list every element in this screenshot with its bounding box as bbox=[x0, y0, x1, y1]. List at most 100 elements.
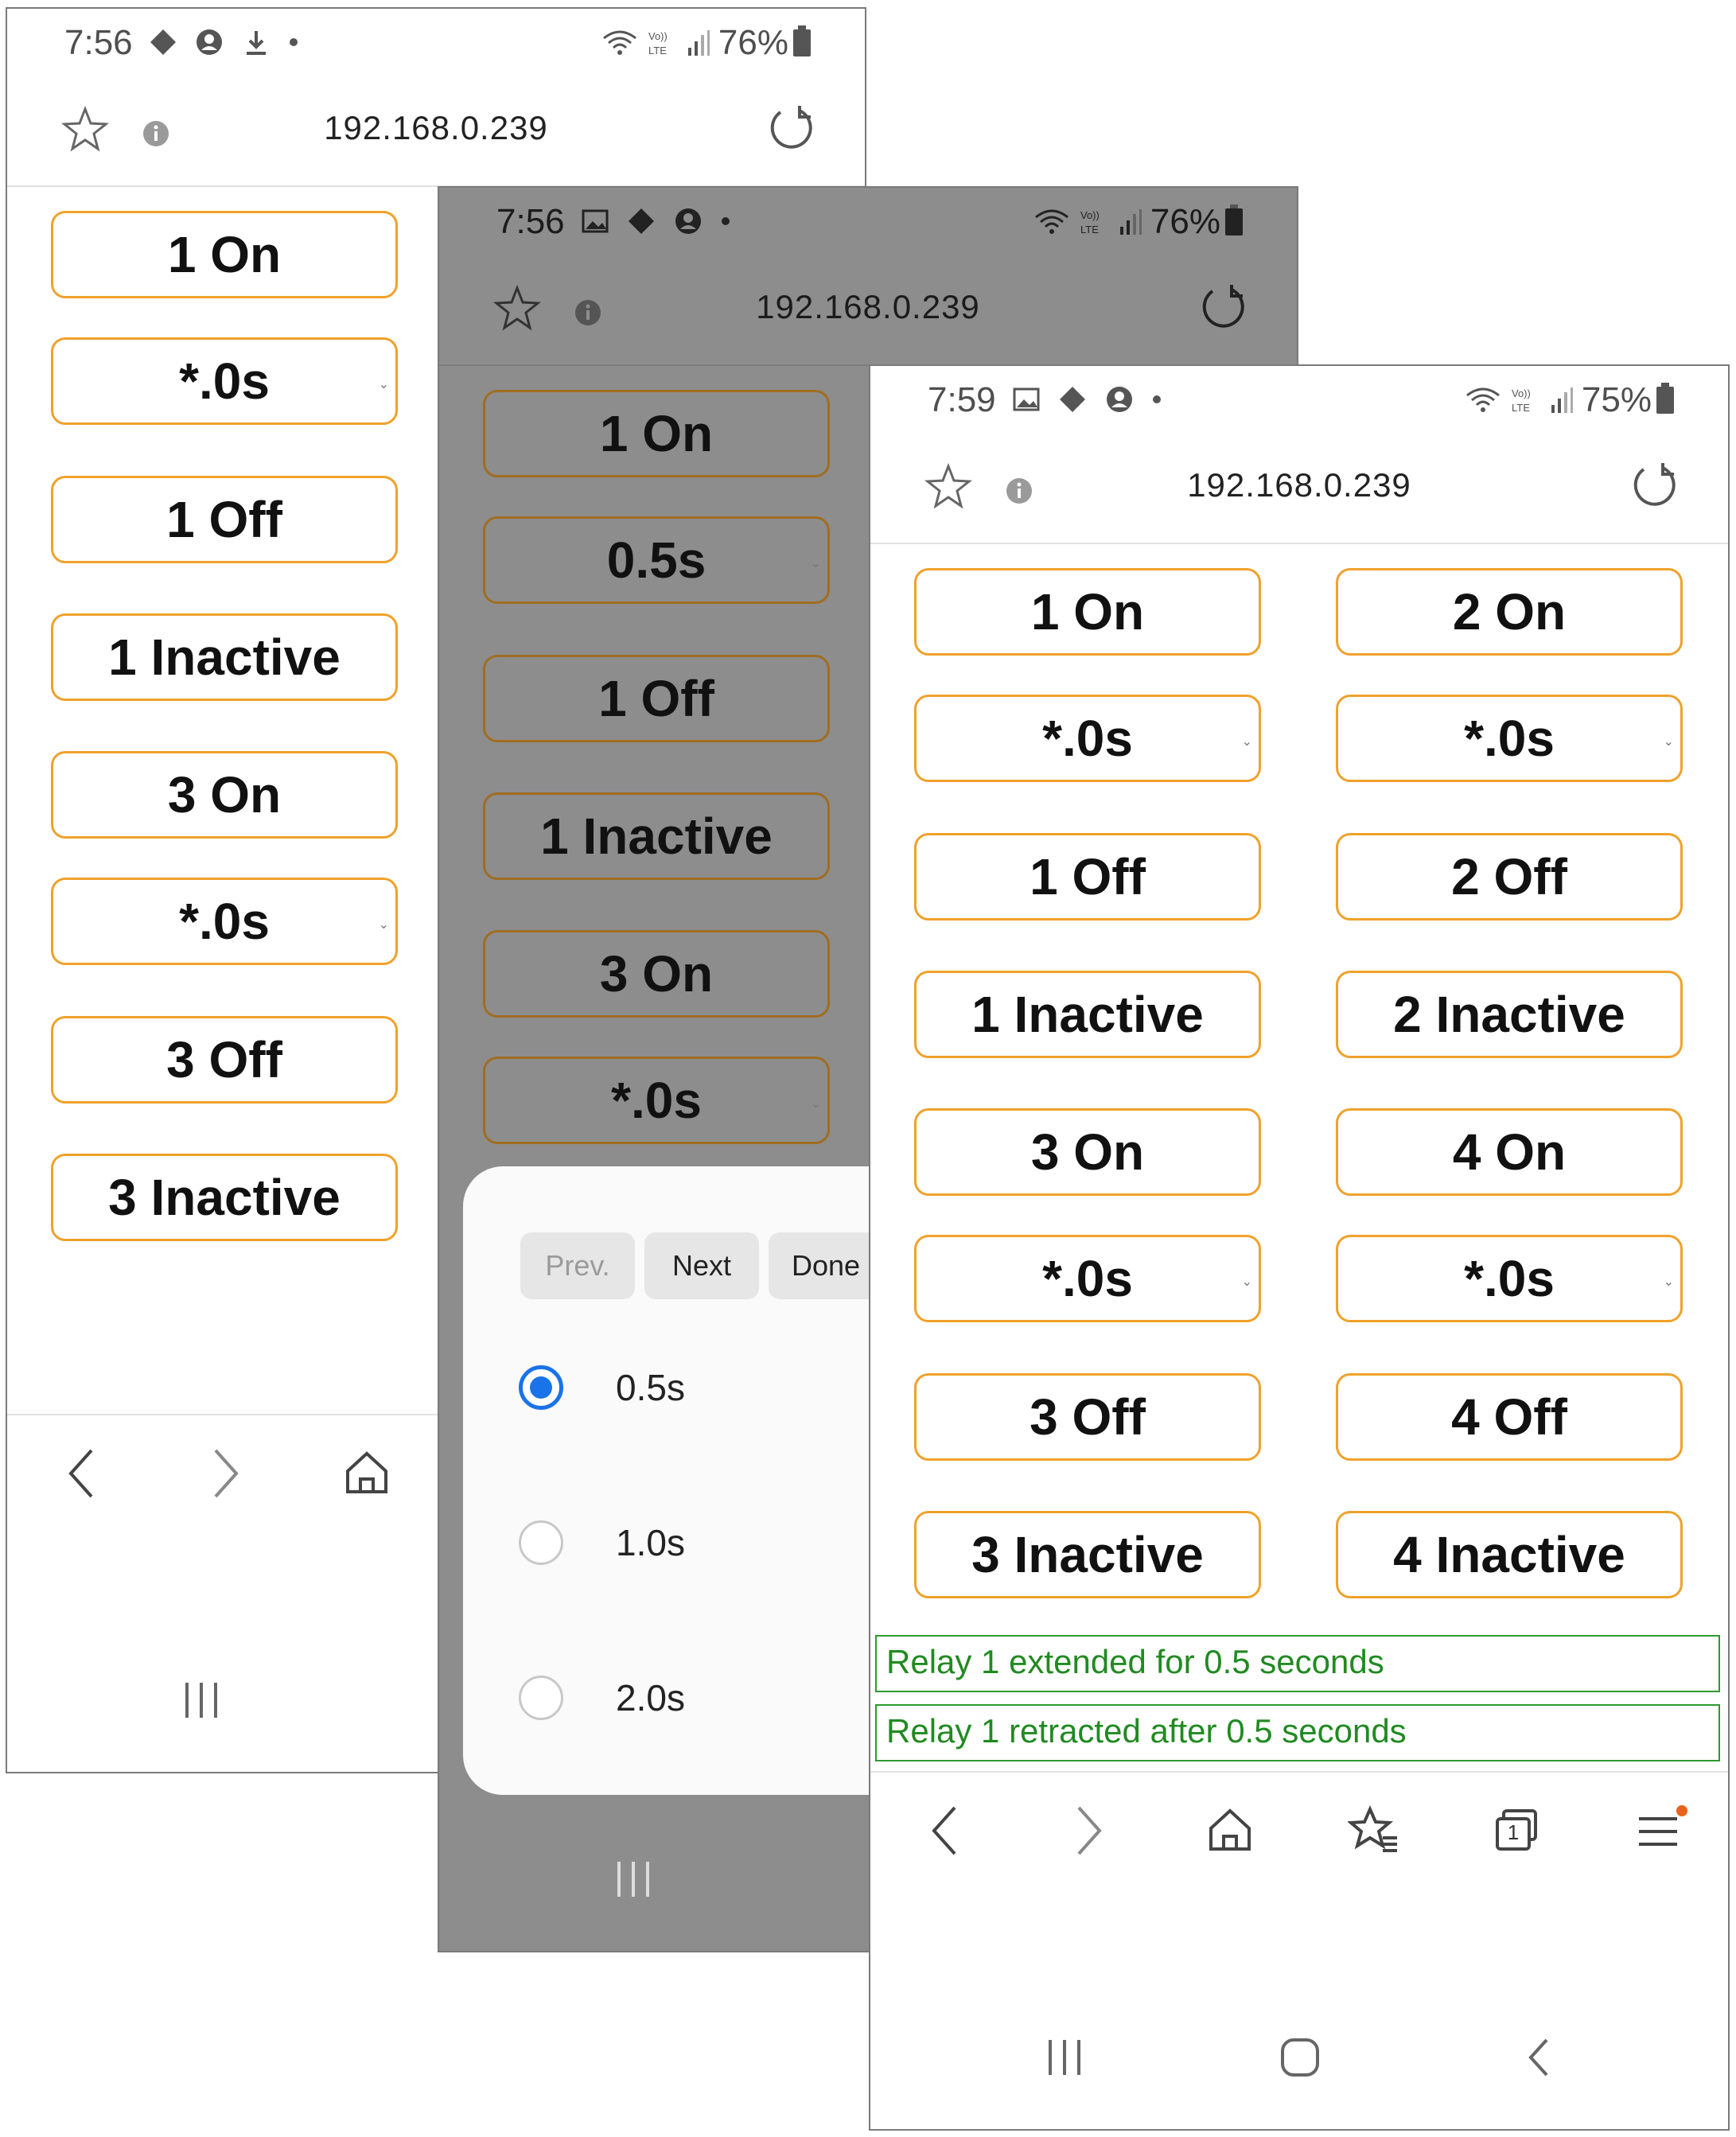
radio-unselected-icon[interactable] bbox=[519, 1676, 563, 1720]
relay-2-inactive-button[interactable]: 2 Inactive bbox=[1336, 971, 1683, 1058]
diamond-icon bbox=[629, 208, 655, 234]
diamond-icon bbox=[150, 29, 176, 55]
radio-selected-icon[interactable] bbox=[519, 1365, 563, 1410]
relay-3-duration-select[interactable]: *.0s ⌄ bbox=[914, 1235, 1261, 1322]
relay-2-off-button[interactable]: 2 Off bbox=[1336, 833, 1683, 921]
relay-1-on-button[interactable]: 1 On bbox=[914, 568, 1261, 656]
phone-screen-3: 7:59 Vo)) LTE 75% 192.168.0.239 1 On *.0s… bbox=[869, 364, 1730, 2131]
back-icon[interactable] bbox=[61, 1446, 101, 1501]
back-icon[interactable] bbox=[924, 1803, 964, 1859]
reload-icon[interactable] bbox=[1197, 282, 1248, 333]
image-icon bbox=[1013, 387, 1040, 411]
svg-text:Vo)): Vo)) bbox=[648, 30, 668, 42]
relay-1-inactive-button[interactable]: 1 Inactive bbox=[483, 792, 830, 880]
relay-3-off-button[interactable]: 3 Off bbox=[914, 1373, 1261, 1461]
signal-icon bbox=[1119, 208, 1142, 236]
reload-icon[interactable] bbox=[765, 103, 815, 154]
duration-value: *.0s bbox=[179, 352, 270, 410]
download-icon bbox=[246, 31, 266, 55]
chevron-down-icon: ⌄ bbox=[1241, 735, 1252, 749]
wifi-icon bbox=[601, 29, 639, 57]
home-icon[interactable] bbox=[1205, 1804, 1255, 1855]
relay-2-on-button[interactable]: 2 On bbox=[1336, 568, 1683, 656]
prev-button[interactable]: Prev. bbox=[520, 1232, 635, 1299]
relay-1-on-button[interactable]: 1 On bbox=[51, 211, 398, 298]
option-2-0s[interactable]: 2.0s bbox=[519, 1670, 685, 1726]
volte-icon: Vo)) LTE bbox=[647, 29, 679, 57]
relay-1-on-button[interactable]: 1 On bbox=[483, 390, 830, 477]
duration-value: 0.5s bbox=[606, 531, 706, 589]
relay-3-duration-select[interactable]: *.0s ⌄ bbox=[51, 878, 398, 965]
svg-text:Vo)): Vo)) bbox=[1512, 387, 1531, 399]
forward-icon[interactable] bbox=[1069, 1803, 1109, 1859]
relay-3-on-button[interactable]: 3 On bbox=[914, 1108, 1261, 1196]
relay-4-inactive-button[interactable]: 4 Inactive bbox=[1336, 1511, 1683, 1598]
option-label: 2.0s bbox=[616, 1677, 685, 1719]
duration-value: *.0s bbox=[611, 1072, 702, 1129]
relay-1-duration-select[interactable]: *.0s ⌄ bbox=[51, 337, 398, 425]
chevron-down-icon: ⌄ bbox=[1663, 1275, 1674, 1289]
relay-3-on-button[interactable]: 3 On bbox=[483, 930, 830, 1018]
relay-1-duration-select[interactable]: 0.5s ⌄ bbox=[483, 516, 830, 604]
system-back-icon[interactable] bbox=[1523, 2034, 1555, 2081]
battery-percent: 76% bbox=[1150, 202, 1220, 241]
home-icon[interactable] bbox=[341, 1447, 392, 1498]
relay-4-duration-select[interactable]: *.0s ⌄ bbox=[1336, 1235, 1683, 1322]
chevron-down-icon: ⌄ bbox=[1663, 735, 1674, 749]
image-icon bbox=[582, 209, 609, 233]
tab-count: 1 bbox=[1507, 1820, 1520, 1844]
relay-3-inactive-button[interactable]: 3 Inactive bbox=[51, 1154, 398, 1241]
svg-text:LTE: LTE bbox=[648, 45, 667, 56]
next-button[interactable]: Next bbox=[644, 1232, 759, 1299]
chevron-down-icon: ⌄ bbox=[378, 378, 389, 391]
relay-1-off-button[interactable]: 1 Off bbox=[914, 833, 1261, 921]
diamond-icon bbox=[1060, 387, 1086, 412]
bookmarks-icon[interactable] bbox=[1348, 1804, 1400, 1857]
chevron-down-icon: ⌄ bbox=[1241, 1275, 1252, 1289]
relay-1-duration-select[interactable]: *.0s ⌄ bbox=[914, 695, 1261, 782]
reload-icon[interactable] bbox=[1628, 460, 1679, 511]
option-label: 1.0s bbox=[616, 1522, 685, 1563]
svg-text:Vo)): Vo)) bbox=[1080, 209, 1100, 221]
duration-value: *.0s bbox=[179, 893, 270, 950]
dot-icon bbox=[290, 38, 298, 46]
tabs-icon[interactable]: 1 bbox=[1493, 1806, 1540, 1854]
home-button-icon[interactable] bbox=[1278, 2034, 1322, 2081]
done-button[interactable]: Done bbox=[769, 1232, 883, 1299]
forward-icon[interactable] bbox=[206, 1446, 246, 1501]
system-nav bbox=[870, 2018, 1728, 2105]
option-0-5s[interactable]: 0.5s bbox=[519, 1360, 685, 1415]
option-1-0s[interactable]: 1.0s bbox=[519, 1515, 685, 1571]
battery-percent: 76% bbox=[718, 23, 788, 62]
wifi-icon bbox=[1464, 386, 1502, 415]
relay-4-on-button[interactable]: 4 On bbox=[1336, 1108, 1683, 1196]
relay-3-off-button[interactable]: 3 Off bbox=[51, 1016, 398, 1104]
relay-1-off-button[interactable]: 1 Off bbox=[51, 476, 398, 563]
relay-3-on-button[interactable]: 3 On bbox=[51, 751, 398, 839]
recent-apps-icon[interactable] bbox=[182, 1676, 222, 1724]
signal-icon bbox=[1550, 386, 1574, 415]
battery-icon bbox=[1656, 383, 1674, 414]
relay-1-inactive-button[interactable]: 1 Inactive bbox=[51, 613, 398, 701]
url-text[interactable]: 192.168.0.239 bbox=[439, 288, 1297, 326]
radio-unselected-icon[interactable] bbox=[519, 1520, 563, 1565]
relay-1-off-button[interactable]: 1 Off bbox=[483, 655, 830, 742]
account-icon bbox=[675, 208, 701, 234]
relay-1-inactive-button[interactable]: 1 Inactive bbox=[914, 971, 1261, 1058]
url-text[interactable]: 192.168.0.239 bbox=[870, 466, 1728, 504]
relay-3-inactive-button[interactable]: 3 Inactive bbox=[914, 1511, 1261, 1598]
duration-value: *.0s bbox=[1042, 710, 1133, 767]
relay-2-duration-select[interactable]: *.0s ⌄ bbox=[1336, 695, 1683, 782]
signal-icon bbox=[687, 29, 710, 57]
recent-apps-icon[interactable] bbox=[614, 1855, 654, 1903]
chevron-down-icon: ⌄ bbox=[810, 1097, 821, 1111]
chevron-down-icon: ⌄ bbox=[810, 557, 821, 570]
menu-icon[interactable] bbox=[1634, 1803, 1690, 1859]
relay-3-duration-select[interactable]: *.0s ⌄ bbox=[483, 1057, 830, 1144]
url-text[interactable]: 192.168.0.239 bbox=[7, 109, 865, 147]
battery-icon bbox=[1225, 204, 1243, 235]
volte-icon: Vo)) LTE bbox=[1079, 208, 1111, 236]
account-icon bbox=[1106, 387, 1132, 412]
relay-4-off-button[interactable]: 4 Off bbox=[1336, 1373, 1683, 1461]
recent-apps-icon[interactable] bbox=[1045, 2034, 1085, 2081]
